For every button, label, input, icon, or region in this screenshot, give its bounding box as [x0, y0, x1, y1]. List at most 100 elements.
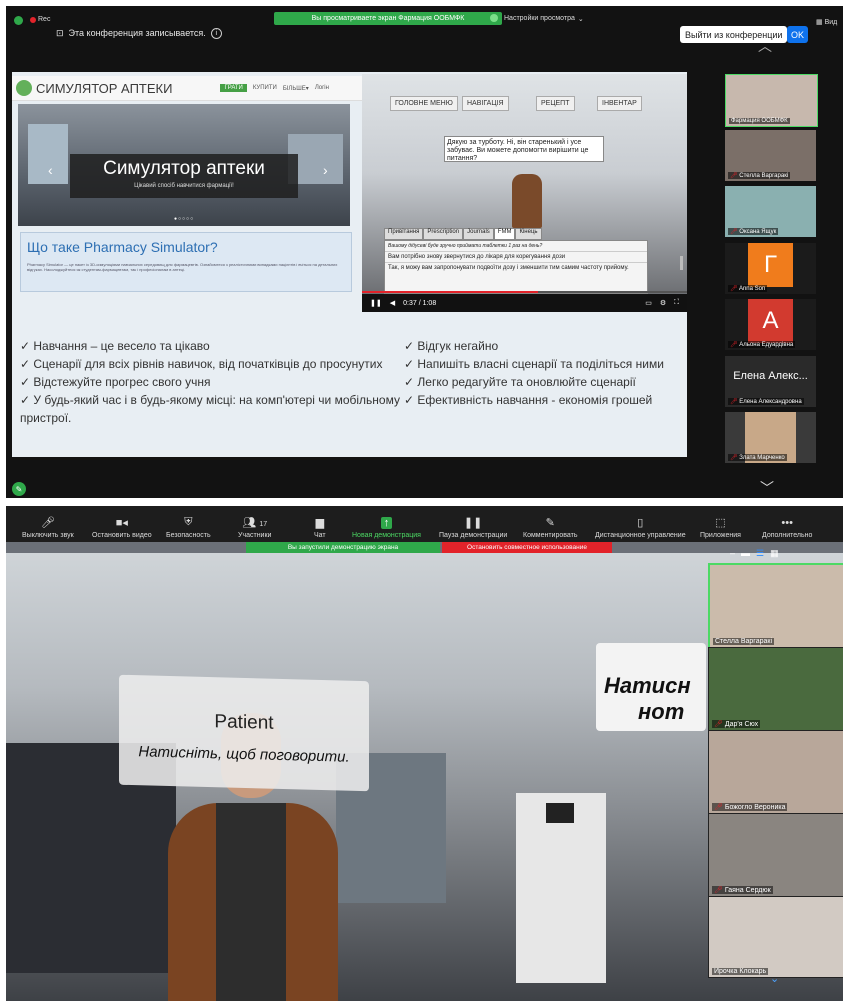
participant-tile[interactable]: 🎤︎ Гаяна Сердюк	[708, 813, 843, 897]
nav-login[interactable]: Логін	[315, 85, 329, 91]
patient-prompt: Натисніть, щоб поговорити.	[138, 743, 350, 766]
pause-share-label: Пауза демонстрации	[439, 532, 508, 539]
annotate-button[interactable]: ✎ Комментировать	[523, 506, 578, 542]
bullet-item: ✓ У будь-який час і в будь-якому місці: …	[20, 393, 400, 425]
participant-tile[interactable]: 🎤︎ Стелла Варгаракі	[725, 130, 816, 181]
participant-tile[interactable]: A 🎤︎ Альона Едуардівна	[725, 299, 816, 350]
bullets-right: ✓ Відгук негайно ✓ Напишіть власні сцена…	[404, 337, 684, 409]
view-cut-label[interactable]: ▦ Вид	[816, 18, 837, 26]
participant-tile[interactable]: 🎤︎ Оксана Ящук	[725, 186, 816, 237]
participant-video	[709, 897, 843, 977]
top-meeting-window: Rec ⊡ Эта конференция записывается. i Вы…	[6, 6, 843, 498]
pause-icon[interactable]: ❚❚	[370, 299, 382, 307]
apps-label: Приложения	[700, 532, 741, 539]
scroll-down-icon[interactable]: ⌄	[770, 972, 779, 985]
annotate-pen-icon[interactable]: ✎	[12, 482, 26, 496]
remote-control-button[interactable]: ▯ Дистанционное управление	[595, 506, 686, 542]
recording-notice: ⊡ Эта конференция записывается. i	[56, 23, 222, 43]
product-box	[546, 803, 574, 823]
new-share-button[interactable]: ↑ Новая демонстрация	[352, 506, 421, 542]
mute-button[interactable]: 🎤︎ Выключить звук	[22, 506, 74, 542]
site-title: СИМУЛЯТОР АПТЕКИ	[36, 80, 173, 96]
choice-option-2[interactable]: Так, я можу вам запропонувати подвоїти д…	[385, 263, 647, 273]
nav-play[interactable]: ГРАТИ	[220, 84, 247, 92]
volume-icon[interactable]: ◀	[390, 299, 395, 307]
participant-tile[interactable]: Ирочка Клокарь	[708, 896, 843, 978]
game-tab-label: НАВІГАЦІЯ	[467, 100, 504, 107]
patient-dialog: Дякую за турботу. Ні, він старенький і у…	[444, 136, 604, 162]
muted-mic-icon: 🎤︎	[714, 887, 723, 894]
more-dots-icon: •••	[781, 517, 793, 529]
sharing-status-text: Вы запустили демонстрацию экрана	[287, 544, 399, 551]
participant-name: 🎤︎ Anna Son	[728, 285, 768, 292]
apps-icon: ⬚	[715, 517, 726, 529]
game-tab-main-menu[interactable]: ГОЛОВНЕ МЕНЮ	[390, 96, 458, 111]
pause-share-button[interactable]: ❚❚ Пауза демонстрации	[439, 506, 507, 542]
participant-video	[709, 731, 843, 813]
muted-mic-icon: 🎤︎	[730, 173, 738, 179]
game-tab-inventory[interactable]: ІНВЕНТАР	[597, 96, 642, 111]
annotate-label: Комментировать	[523, 532, 578, 539]
chat-icon: ▆	[315, 517, 325, 529]
apps-button[interactable]: ⬚ Приложения	[700, 506, 741, 542]
muted-mic-icon: 🎤︎	[730, 286, 738, 292]
ok-button[interactable]: OK	[787, 26, 808, 43]
carousel-next-icon[interactable]: ›	[323, 162, 328, 178]
more-button[interactable]: ••• Дополнительно	[762, 506, 812, 542]
participant-tile[interactable]: 🎤︎ Божогло Вероника	[708, 730, 843, 814]
participant-tile[interactable]: Г 🎤︎ Anna Son	[725, 243, 816, 294]
game-tab-label: ІНВЕНТАР	[602, 100, 637, 107]
microphone-icon: 🎤︎	[40, 517, 55, 529]
site-header: СИМУЛЯТОР АПТЕКИ ГРАТИ КУПИТИ БІЛЬШЕ▾ Ло…	[12, 76, 362, 101]
game-tab-label: РЕЦЕПТ	[541, 100, 570, 107]
nav-more[interactable]: БІЛЬШЕ▾	[283, 85, 309, 92]
status-dot-icon	[490, 14, 498, 22]
choice-option-1[interactable]: Вам потрібно знову звернутися до лікаря …	[385, 252, 647, 263]
chat-button[interactable]: ▆ Чат	[314, 506, 326, 542]
video-progress-track[interactable]	[362, 291, 687, 293]
choice-tab-greeting[interactable]: Привітання	[384, 228, 424, 240]
settings-gear-icon[interactable]: ⚙	[660, 299, 666, 307]
chevron-down-icon[interactable]: ﹀	[760, 478, 774, 498]
chat-label: Чат	[314, 532, 326, 539]
participant-name: 🎤︎ Елена Александровна	[728, 398, 804, 405]
security-button[interactable]: ⛨ Безопасность	[166, 506, 211, 542]
nav-buy[interactable]: КУПИТИ	[253, 85, 277, 91]
participants-label: Участники	[238, 532, 272, 539]
new-share-label: Новая демонстрация	[352, 532, 421, 539]
choice-tab-journals[interactable]: Journals	[463, 228, 494, 240]
patient-panel[interactable]: Patient Натисніть, щоб поговорити.	[119, 674, 369, 792]
participant-name: 🎤︎ Стелла Варгаракі	[728, 172, 791, 179]
gallery-view-icon[interactable]: ▦	[770, 548, 779, 559]
stop-share-label: Остановить совместное использование	[467, 544, 587, 551]
game-tab-prescription[interactable]: РЕЦЕПТ	[536, 96, 575, 111]
hero-caption: Симулятор аптеки Цікавий спосіб навчитис…	[70, 154, 298, 198]
muted-mic-icon: 🎤︎	[714, 804, 723, 811]
fullscreen-icon[interactable]: ⛶	[674, 299, 679, 307]
choice-tab-fmm[interactable]: FMM	[493, 228, 516, 240]
stop-share-button[interactable]: Остановить совместное использование	[442, 542, 612, 553]
stop-video-button[interactable]: ■◂ Остановить видео	[92, 506, 152, 542]
participant-name-text: Гаяна Сердюк	[724, 887, 771, 894]
participant-tile[interactable]: Фармация ООБМФК	[725, 74, 818, 127]
choice-tab-prescription[interactable]: Prescription	[423, 228, 464, 240]
side-view-icon[interactable]: ☰	[756, 548, 764, 559]
minimize-icon[interactable]: –	[730, 548, 735, 559]
info-icon[interactable]: i	[210, 27, 222, 39]
participant-tile[interactable]: 🎤︎ Дар'я Сюх	[708, 647, 843, 731]
game-tab-navigation[interactable]: НАВІГАЦІЯ	[462, 96, 509, 111]
participant-tile[interactable]: 🎤︎ Злата Марченко	[725, 412, 816, 463]
captions-icon[interactable]: ▭	[645, 299, 652, 307]
video-player[interactable]: ГОЛОВНЕ МЕНЮ НАВІГАЦІЯ РЕЦЕПТ ІНВЕНТАР Д…	[362, 74, 687, 312]
participant-tile[interactable]: Елена Алекс... 🎤︎ Елена Александровна	[725, 356, 816, 407]
view-options-dropdown[interactable]: Настройки просмотра ⌄	[504, 12, 584, 25]
participant-tile[interactable]: Стелла Варгаракі	[708, 563, 843, 649]
splitter-handle[interactable]	[680, 256, 683, 270]
carousel-dots[interactable]: ●○○○○	[174, 216, 194, 222]
strip-view-icon[interactable]: ▬	[741, 548, 750, 559]
participants-button[interactable]: 👥︎ 17 Участники	[238, 506, 271, 542]
choice-tab-end[interactable]: Кінець	[515, 228, 542, 240]
carousel-prev-icon[interactable]: ‹	[48, 162, 53, 178]
grid-icon: ▦	[816, 19, 823, 26]
chevron-up-icon[interactable]: ︿	[758, 36, 772, 56]
